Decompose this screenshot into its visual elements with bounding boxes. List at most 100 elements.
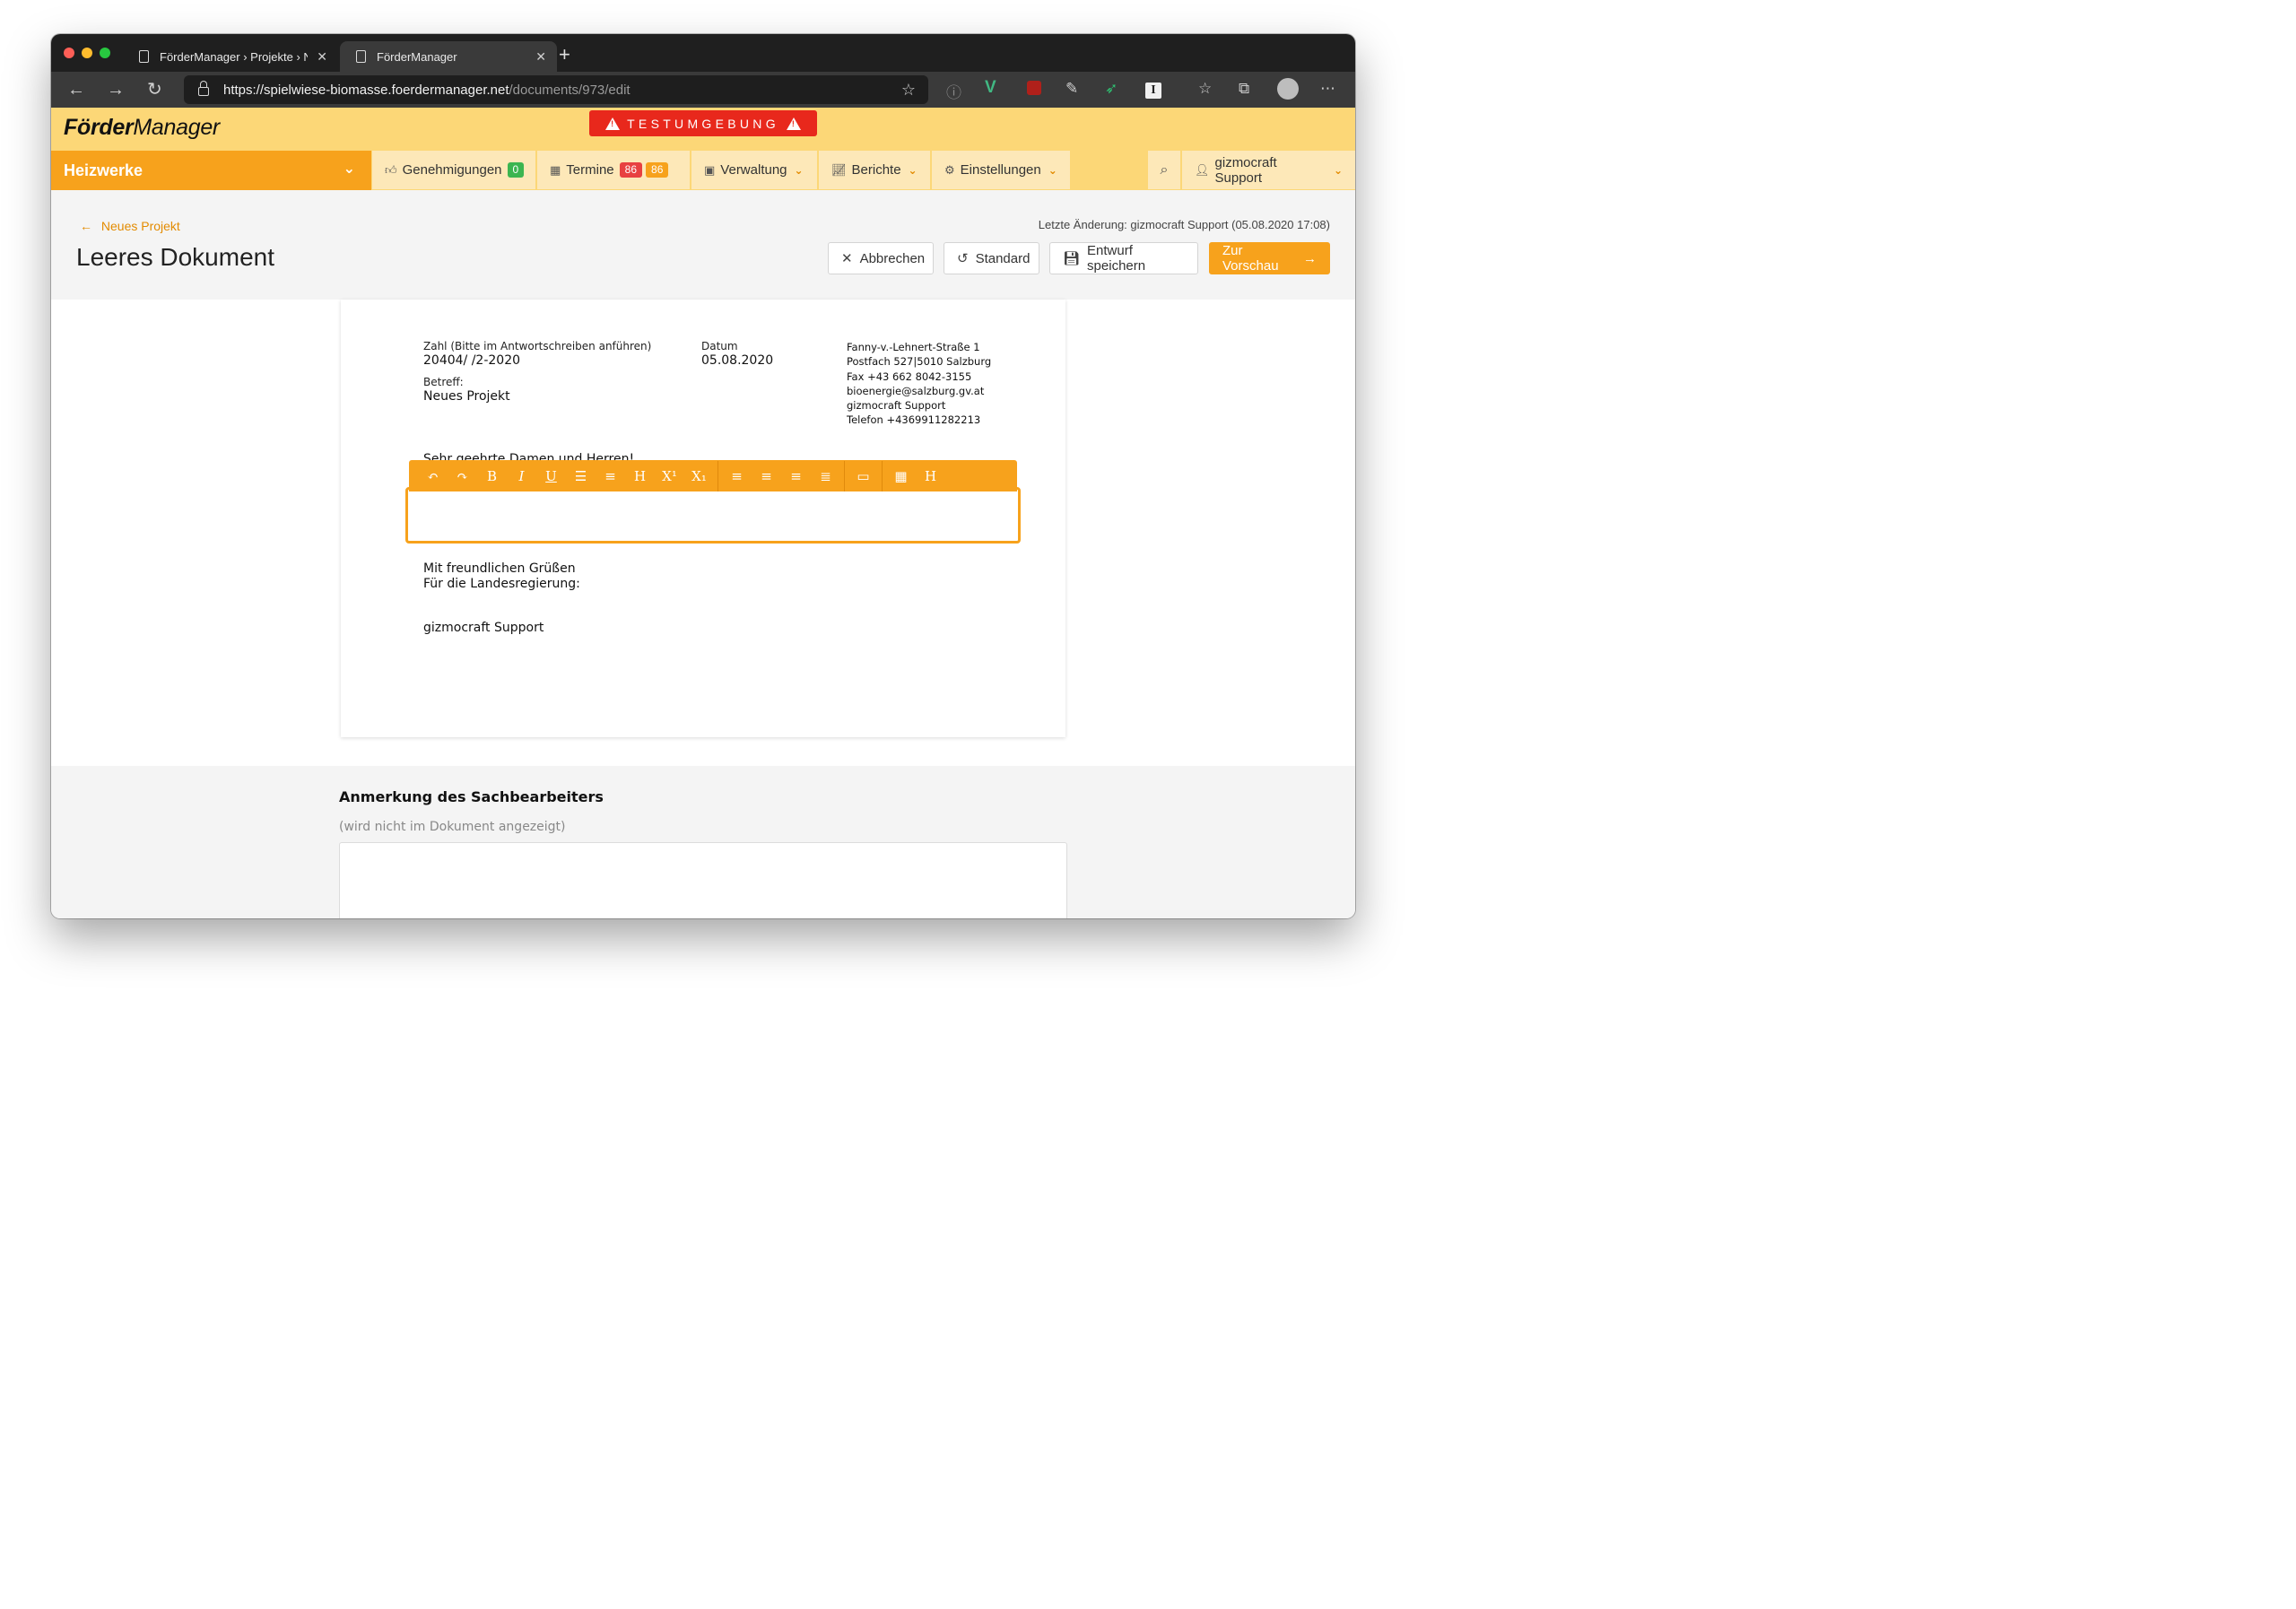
default-button[interactable]: ↺ Standard xyxy=(944,242,1039,274)
italic-icon[interactable]: I xyxy=(507,468,536,484)
toolbar-separator xyxy=(882,460,883,491)
nav-appointments[interactable]: ▦ Termine 86 86 xyxy=(537,151,690,189)
table-icon[interactable]: ▦ xyxy=(886,468,916,484)
bird-extension-icon[interactable]: ➶ xyxy=(1105,80,1118,98)
save-draft-button[interactable]: 💾︎ Entwurf speichern xyxy=(1049,242,1198,274)
save-icon: 💾︎ xyxy=(1063,251,1081,266)
underline-icon[interactable]: U xyxy=(536,468,566,484)
user-menu[interactable]: 👤︎ gizmocraft Support ⌄ xyxy=(1182,151,1355,189)
bookmark-star-icon[interactable]: ☆ xyxy=(901,81,916,100)
thumbs-up-icon: 👍︎ xyxy=(385,162,397,177)
notes-textarea[interactable] xyxy=(339,842,1067,918)
collections-icon[interactable]: ⧉ xyxy=(1239,80,1249,98)
reload-icon[interactable]: ↻ xyxy=(147,78,162,101)
align-justify-icon[interactable]: ≣ xyxy=(811,468,840,484)
tab-title: FörderManager › Projekte › Ne xyxy=(160,49,309,64)
feather-extension-icon[interactable]: ✎ xyxy=(1065,80,1078,98)
maximize-window-button[interactable] xyxy=(100,48,110,58)
back-arrow-icon[interactable]: ← xyxy=(67,78,85,101)
sender-address: Fanny-v.-Lehnert-Straße 1 Postfach 527|5… xyxy=(847,340,991,428)
cancel-button-label: Abbrechen xyxy=(859,250,926,266)
app-logo[interactable]: FörderManager xyxy=(64,115,220,141)
vue-devtools-icon[interactable]: V xyxy=(985,78,996,98)
editor-toolbar: ↶ ↷ B I U ☰ ≡ H X¹ X₁ ≡ ≡ ≡ ≣ ▭ ▦ H xyxy=(409,460,1017,491)
ublock-icon[interactable] xyxy=(1027,81,1041,100)
nav-administration-label: Verwaltung xyxy=(720,162,787,178)
preview-button[interactable]: Zur Vorschau → xyxy=(1209,242,1330,274)
appointments-upcoming-badge: 86 xyxy=(646,162,669,178)
arrow-right-icon: → xyxy=(1303,250,1317,266)
preview-button-label: Zur Vorschau xyxy=(1222,243,1279,274)
section-dropdown[interactable]: Heizwerke ⌄ xyxy=(51,151,371,190)
nav-settings[interactable]: ⚙︎ Einstellungen ⌄ xyxy=(932,151,1070,189)
bullet-list-icon[interactable]: ☰ xyxy=(566,468,596,484)
profile-avatar-icon[interactable] xyxy=(1277,78,1299,104)
new-tab-icon[interactable]: + xyxy=(559,43,570,66)
numbered-list-icon[interactable]: ≡ xyxy=(596,468,625,484)
chevron-down-icon: ⌄ xyxy=(1333,163,1343,177)
nav-reports[interactable]: 📈︎ Berichte ⌄ xyxy=(819,151,930,189)
document-page: Zahl (Bitte im Antwortschreiben anführen… xyxy=(341,300,1065,737)
admin-icon: ▣ xyxy=(704,162,716,177)
document-icon xyxy=(139,50,149,63)
heading-alt-icon[interactable]: H xyxy=(916,468,945,484)
close-tab-icon[interactable]: ✕ xyxy=(317,49,327,65)
signature: gizmocraft Support xyxy=(423,621,544,635)
search-button[interactable]: ⌕ xyxy=(1148,151,1180,189)
address-line: Telefon +4369911282213 xyxy=(847,413,981,427)
appointments-overdue-badge: 86 xyxy=(619,162,643,178)
date-value: 05.08.2020 xyxy=(701,353,774,368)
nav-appointments-label: Termine xyxy=(566,162,614,178)
save-draft-button-label: Entwurf speichern xyxy=(1087,243,1146,274)
env-banner-text: TESTUMGEBUNG xyxy=(627,116,779,131)
tab-title: FörderManager xyxy=(377,49,457,64)
close-window-button[interactable] xyxy=(64,48,74,58)
chevron-down-icon: ⌄ xyxy=(908,163,918,177)
salutation-text: Sehr geehrte Damen und Herren! xyxy=(423,452,635,460)
warning-icon xyxy=(605,117,621,130)
chevron-down-icon: ⌄ xyxy=(1048,163,1057,177)
browser-tab-2[interactable]: FörderManager ✕ xyxy=(340,41,557,72)
superscript-icon[interactable]: X¹ xyxy=(655,468,684,484)
warning-icon xyxy=(786,117,801,130)
browser-tab-bar: FörderManager › Projekte › Ne ✕ FörderMa… xyxy=(51,34,1355,72)
address-line: gizmocraft Support xyxy=(847,399,946,413)
logo-light: Manager xyxy=(133,115,220,140)
arrow-left-icon: ← xyxy=(80,219,92,233)
more-menu-icon[interactable]: ⋯ xyxy=(1320,80,1335,98)
notes-hint: (wird nicht im Dokument angezeigt) xyxy=(339,820,566,834)
cancel-button[interactable]: ✕ Abbrechen xyxy=(828,242,934,274)
align-right-icon[interactable]: ≡ xyxy=(781,468,811,484)
forward-arrow-icon[interactable]: → xyxy=(107,78,125,101)
favorites-icon[interactable]: ☆ xyxy=(1198,80,1212,98)
url-domain: https://spielwiese-biomasse.foerdermanag… xyxy=(223,82,509,98)
chevron-down-icon: ⌄ xyxy=(343,161,355,177)
bold-icon[interactable]: B xyxy=(477,468,507,484)
nav-approvals[interactable]: 👍︎ Genehmigungen 0 xyxy=(372,151,535,189)
reset-icon: ↺ xyxy=(957,251,969,266)
subject-label: Betreff: xyxy=(423,376,464,388)
rich-text-editor[interactable] xyxy=(405,487,1021,544)
closing-block: Mit freundlichen Grüßen Für die Landesre… xyxy=(423,561,580,592)
default-button-label: Standard xyxy=(975,250,1031,266)
page-title: Leeres Dokument xyxy=(76,243,275,271)
browser-tab-1[interactable]: FörderManager › Projekte › Ne ✕ xyxy=(123,41,338,72)
close-icon: ✕ xyxy=(841,251,853,266)
browser-window: FörderManager › Projekte › Ne ✕ FörderMa… xyxy=(51,34,1355,918)
minimize-window-button[interactable] xyxy=(82,48,92,58)
close-tab-icon[interactable]: ✕ xyxy=(535,49,546,65)
address-bar[interactable]: https://spielwiese-biomasse.foerdermanag… xyxy=(184,75,928,104)
image-icon[interactable]: ▭ xyxy=(848,468,878,484)
subscript-icon[interactable]: X₁ xyxy=(684,468,714,484)
info-extension-icon[interactable]: ⓘ xyxy=(946,80,961,102)
heading-icon[interactable]: H xyxy=(625,468,655,484)
align-center-icon[interactable]: ≡ xyxy=(752,468,781,484)
instapaper-icon[interactable]: I xyxy=(1145,80,1161,99)
nav-administration[interactable]: ▣ Verwaltung ⌄ xyxy=(691,151,817,189)
back-link[interactable]: ← Neues Projekt xyxy=(80,219,180,233)
redo-icon[interactable]: ↷ xyxy=(448,468,477,484)
chevron-down-icon: ⌄ xyxy=(794,163,804,177)
align-left-icon[interactable]: ≡ xyxy=(722,468,752,484)
undo-icon[interactable]: ↶ xyxy=(418,468,448,484)
subject-value: Neues Projekt xyxy=(423,389,510,404)
